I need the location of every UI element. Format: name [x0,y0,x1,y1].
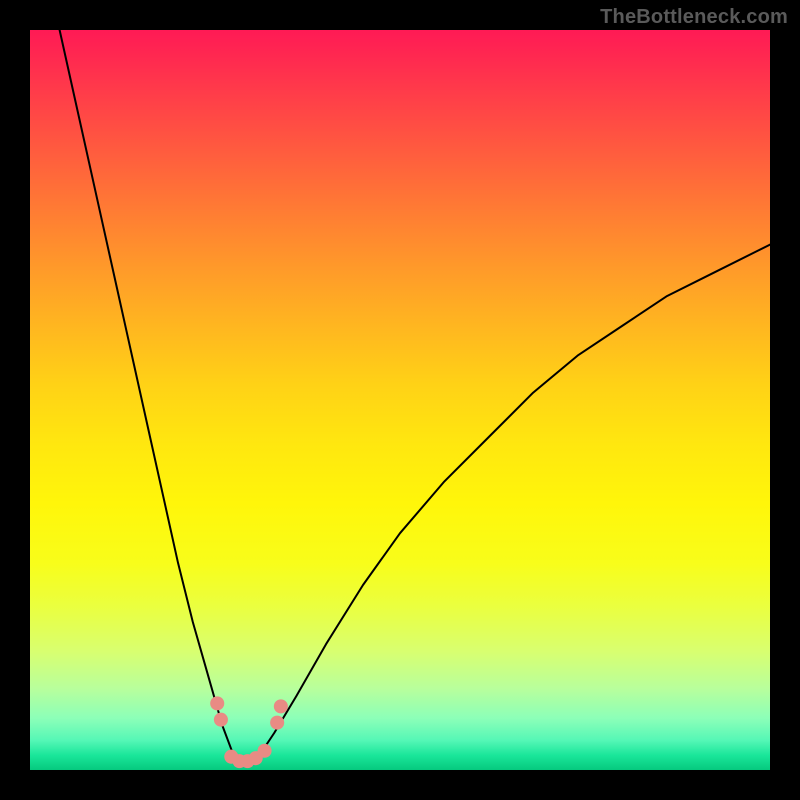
marker-point-7 [270,716,284,730]
marker-point-1 [214,713,228,727]
series-left-arm [60,30,234,755]
marker-point-8 [274,699,288,713]
curve-layer [30,30,770,770]
marker-point-6 [258,744,272,758]
gradient-plot-area [30,30,770,770]
marker-point-0 [210,696,224,710]
markers-container [210,696,288,768]
attribution-text: TheBottleneck.com [600,6,788,29]
series-container [60,30,770,764]
series-right-arm [259,245,770,756]
